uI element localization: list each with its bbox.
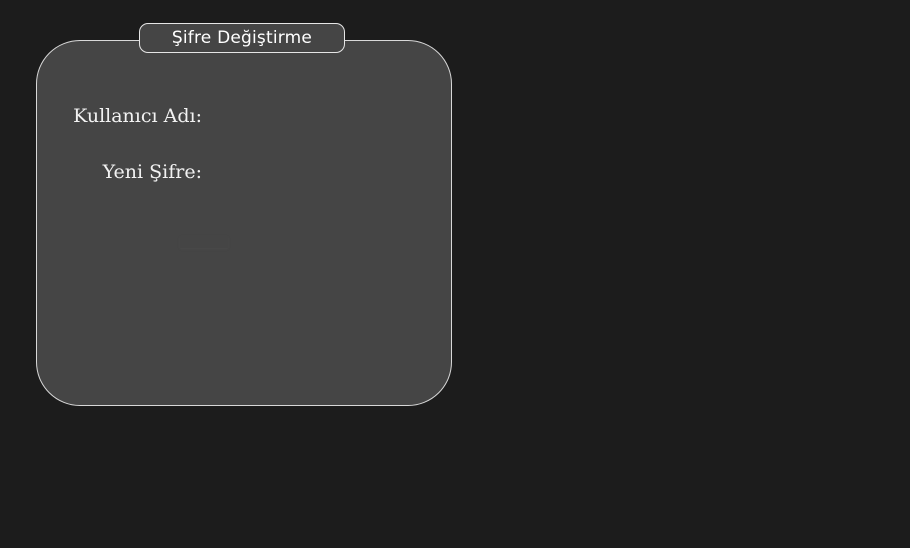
app-window: Şifre Değiştirme Kullanıcı Adı: Yeni Şif…: [0, 0, 910, 548]
new-password-label: Yeni Şifre:: [102, 161, 202, 183]
panel-title: Şifre Değiştirme: [139, 23, 345, 53]
submit-button[interactable]: [180, 236, 228, 248]
new-password-input[interactable]: [214, 159, 414, 187]
username-input[interactable]: [214, 103, 414, 131]
password-change-panel: [36, 40, 452, 406]
username-label: Kullanıcı Adı:: [73, 105, 202, 127]
